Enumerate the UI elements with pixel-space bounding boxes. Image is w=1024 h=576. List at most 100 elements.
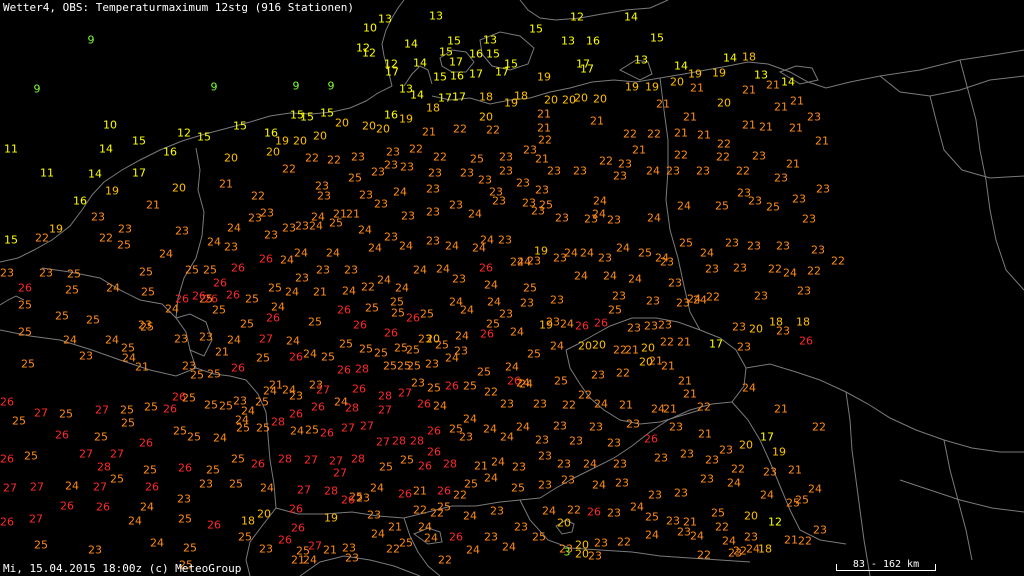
station-temperature: 18 <box>742 51 756 64</box>
station-temperature: 23 <box>425 358 439 371</box>
station-temperature: 24 <box>502 541 516 554</box>
station-temperature: 20 <box>293 135 307 148</box>
station-temperature: 22 <box>578 389 592 402</box>
station-temperature: 22 <box>282 163 296 176</box>
station-temperature: 22 <box>798 535 812 548</box>
station-temperature: 25 <box>24 450 38 463</box>
station-temperature: 27 <box>34 407 48 420</box>
station-temperature: 26 <box>213 277 227 290</box>
station-temperature: 21 <box>219 178 233 191</box>
station-temperature: 23 <box>289 390 303 403</box>
station-temperature: 23 <box>589 421 603 434</box>
station-temperature: 27 <box>110 448 124 461</box>
station-temperature: 16 <box>384 109 398 122</box>
station-temperature: 23 <box>598 252 612 265</box>
station-temperature: 16 <box>163 146 177 159</box>
station-temperature: 9 <box>293 80 300 93</box>
station-temperature: 24 <box>207 236 221 249</box>
station-temperature: 21 <box>346 208 360 221</box>
station-temperature: 24 <box>564 247 578 260</box>
station-temperature: 28 <box>355 363 369 376</box>
station-temperature: 22 <box>361 281 375 294</box>
station-temperature: 23 <box>669 421 683 434</box>
station-temperature: 23 <box>384 231 398 244</box>
station-temperature: 19 <box>712 67 726 80</box>
station-temperature: 24 <box>140 501 154 514</box>
station-temperature: 15 <box>197 131 211 144</box>
station-temperature: 23 <box>732 321 746 334</box>
station-temperature: 24 <box>677 200 691 213</box>
station-temperature: 25 <box>203 264 217 277</box>
station-temperature: 23 <box>535 184 549 197</box>
station-temperature: 24 <box>463 413 477 426</box>
station-temperature: 25 <box>240 318 254 331</box>
station-temperature: 22 <box>617 536 631 549</box>
station-temperature: 28 <box>345 402 359 415</box>
station-temperature: 25 <box>766 201 780 214</box>
station-temperature: 24 <box>424 532 438 545</box>
station-temperature: 28 <box>324 485 338 498</box>
station-temperature: 9 <box>211 81 218 94</box>
station-temperature: 22 <box>413 504 427 517</box>
station-temperature: 26 <box>291 522 305 535</box>
station-temperature: 25 <box>786 497 800 510</box>
station-temperature: 14 <box>410 89 424 102</box>
station-temperature: 23 <box>426 235 440 248</box>
station-temperature: 22 <box>251 190 265 203</box>
station-temperature: 15 <box>650 32 664 45</box>
station-temperature: 23 <box>199 331 213 344</box>
station-temperature: 27 <box>3 482 17 495</box>
station-temperature: 25 <box>645 511 659 524</box>
station-temperature: 24 <box>647 212 661 225</box>
station-temperature: 23 <box>802 213 816 226</box>
station-temperature: 23 <box>199 478 213 491</box>
station-temperature: 14 <box>88 168 102 181</box>
station-temperature: 24 <box>542 505 556 518</box>
station-temperature: 25 <box>463 380 477 393</box>
station-temperature: 26 <box>18 282 32 295</box>
station-temperature: 23 <box>573 165 587 178</box>
station-temperature: 22 <box>538 134 552 147</box>
station-temperature: 22 <box>660 336 674 349</box>
station-temperature: 22 <box>484 386 498 399</box>
station-temperature: 24 <box>700 247 714 260</box>
station-temperature: 25 <box>18 299 32 312</box>
station-temperature: 23 <box>811 244 825 257</box>
station-temperature: 23 <box>138 319 152 332</box>
station-temperature: 26 <box>55 429 69 442</box>
station-temperature: 24 <box>560 318 574 331</box>
station-temperature: 23 <box>317 190 331 203</box>
station-temperature: 25 <box>94 431 108 444</box>
station-temperature: 23 <box>224 241 238 254</box>
station-temperature: 22 <box>831 255 845 268</box>
station-temperature: 25 <box>532 531 546 544</box>
station-temperature: 21 <box>663 403 677 416</box>
station-temperature: 23 <box>426 206 440 219</box>
station-temperature: 24 <box>63 334 77 347</box>
station-temperature: 24 <box>484 472 498 485</box>
station-temperature: 23 <box>676 297 690 310</box>
station-temperature: 26 <box>231 362 245 375</box>
station-temperature: 20 <box>479 111 493 124</box>
station-temperature: 23 <box>401 210 415 223</box>
station-temperature: 25 <box>470 153 484 166</box>
station-temperature: 21 <box>619 399 633 412</box>
station-temperature: 20 <box>749 323 763 336</box>
station-temperature: 23 <box>546 316 560 329</box>
station-temperature: 26 <box>0 396 14 409</box>
station-temperature: 24 <box>280 254 294 267</box>
station-temperature: 25 <box>182 392 196 405</box>
station-temperature: 15 <box>504 58 518 71</box>
scale-bar-tick-right <box>935 564 936 571</box>
station-temperature: 22 <box>599 155 613 168</box>
station-temperature: 24 <box>646 165 660 178</box>
station-temperature: 23 <box>733 262 747 275</box>
station-temperature: 27 <box>376 436 390 449</box>
station-temperature: 26 <box>96 501 110 514</box>
station-temperature: 21 <box>625 344 639 357</box>
station-temperature: 18 <box>758 543 772 556</box>
station-temperature: 23 <box>550 294 564 307</box>
station-temperature: 15 <box>300 111 314 124</box>
station-temperature: 25 <box>173 425 187 438</box>
station-temperature: 25 <box>427 382 441 395</box>
